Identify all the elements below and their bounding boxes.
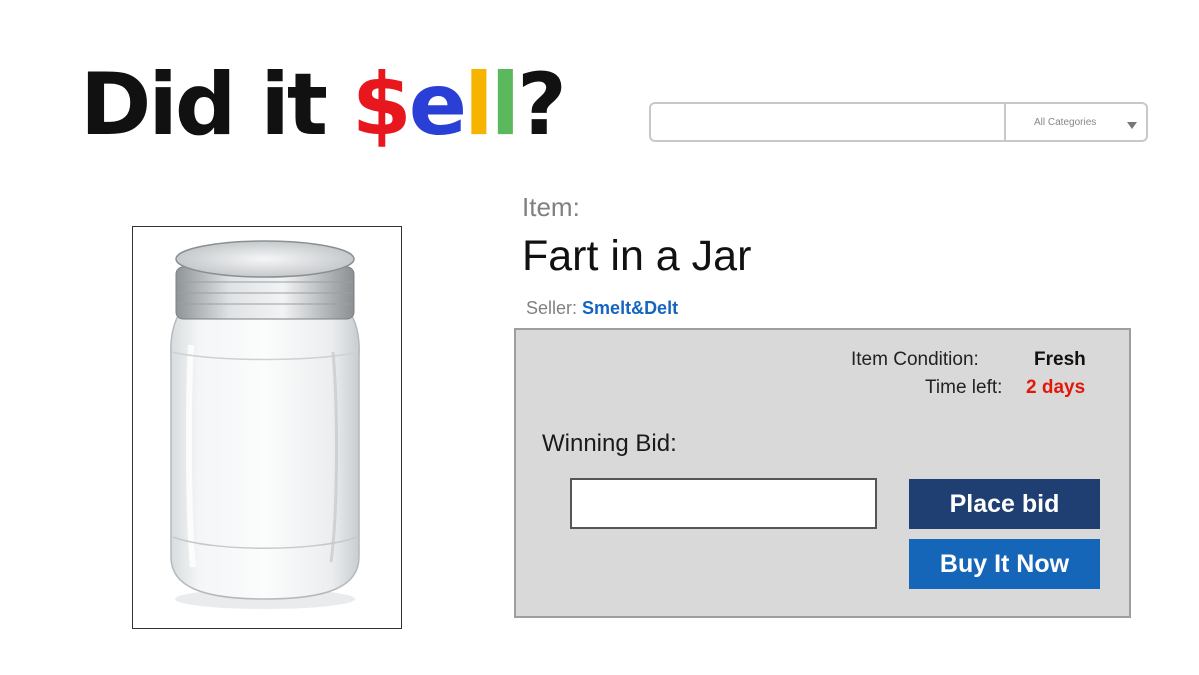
- seller-link[interactable]: Smelt&Delt: [582, 298, 678, 318]
- bid-panel: Item Condition: Fresh Time left: 2 days …: [514, 328, 1131, 618]
- condition-value: Fresh: [1034, 349, 1086, 370]
- logo-dollar: $: [351, 55, 412, 155]
- time-left-label: Time left:: [925, 377, 1003, 398]
- buy-it-now-button[interactable]: Buy It Now: [909, 539, 1100, 589]
- logo-text: Did it: [80, 55, 352, 155]
- logo-e: e: [408, 55, 467, 155]
- item-image-frame: [132, 226, 402, 629]
- place-bid-button[interactable]: Place bid: [909, 479, 1100, 529]
- condition-label: Item Condition:: [851, 349, 979, 370]
- seller-row: Seller: Smelt&Delt: [526, 298, 678, 319]
- mason-jar-image: [170, 240, 360, 609]
- bid-amount-input[interactable]: [570, 478, 877, 529]
- category-select[interactable]: All Categories: [1004, 104, 1146, 140]
- chevron-down-icon: [1127, 122, 1137, 129]
- item-title: Fart in a Jar: [522, 232, 752, 280]
- logo-question: ?: [517, 55, 567, 155]
- seller-label: Seller:: [526, 298, 578, 318]
- time-left-value: 2 days: [1026, 377, 1086, 398]
- search-bar: All Categories: [649, 102, 1148, 142]
- item-label: Item:: [522, 192, 580, 222]
- category-select-label: All Categories: [1034, 116, 1097, 128]
- logo-l1: l: [464, 55, 494, 155]
- winning-bid-label: Winning Bid:: [542, 430, 677, 457]
- logo-l2: l: [490, 55, 521, 155]
- site-logo[interactable]: Did it $ell?: [80, 55, 567, 155]
- search-input[interactable]: [651, 104, 1004, 140]
